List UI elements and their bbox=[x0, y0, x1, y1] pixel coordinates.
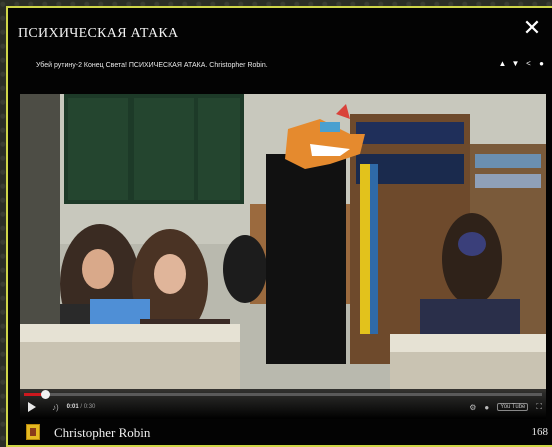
footer-bar: Christopher Robin 168 bbox=[20, 424, 552, 444]
progress-bar[interactable] bbox=[24, 390, 542, 399]
thumbs-up-icon[interactable]: ▲ bbox=[498, 59, 507, 69]
thumbs-down-icon[interactable]: ▼ bbox=[511, 59, 520, 69]
progress-scrubber[interactable] bbox=[40, 390, 50, 399]
current-time: 0:01 bbox=[66, 404, 79, 410]
youtube-logo[interactable]: You Tube bbox=[497, 403, 529, 411]
channel-avatar-icon[interactable] bbox=[26, 424, 40, 440]
video-subtitle: Убей рутину-2 Конец Света! ПСИХИЧЕСКАЯ А… bbox=[36, 62, 268, 69]
volume-icon[interactable]: ♪) bbox=[52, 403, 59, 412]
play-button[interactable] bbox=[28, 402, 36, 412]
cc-icon[interactable]: ● bbox=[484, 403, 489, 412]
channel-name[interactable]: Christopher Robin bbox=[54, 425, 150, 441]
settings-icon[interactable]: ⚙ bbox=[469, 403, 476, 412]
duration: / 0:30 bbox=[78, 404, 96, 410]
action-icons: ▲ ▼ < ● bbox=[498, 59, 546, 69]
player-controls: ♪) 0:01 / 0:30 ⚙ ● You Tube ⛶ bbox=[20, 389, 546, 419]
time-display: 0:01 / 0:30 bbox=[67, 404, 96, 410]
close-icon[interactable]: ✕ bbox=[522, 17, 542, 39]
video-frame[interactable] bbox=[20, 94, 546, 419]
info-icon[interactable]: ● bbox=[537, 59, 546, 69]
fullscreen-icon[interactable]: ⛶ bbox=[536, 402, 542, 412]
share-icon[interactable]: < bbox=[524, 59, 533, 69]
video-player[interactable]: ♪) 0:01 / 0:30 ⚙ ● You Tube ⛶ bbox=[20, 94, 546, 419]
item-count: 168 bbox=[531, 426, 549, 438]
video-title: ПСИХИЧЕСКАЯ АТАКА bbox=[18, 26, 179, 41]
